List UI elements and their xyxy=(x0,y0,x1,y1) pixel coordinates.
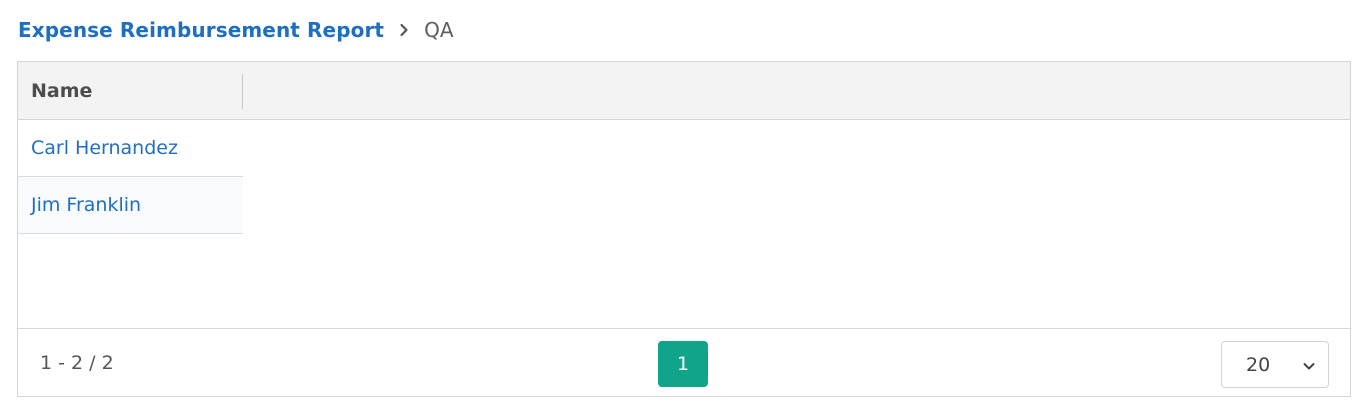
column-resize-handle[interactable] xyxy=(242,74,243,109)
table-row: Jim Franklin xyxy=(18,177,243,234)
report-page: Expense Reimbursement Report QA Name Car… xyxy=(0,0,1370,414)
row-name-link[interactable]: Jim Franklin xyxy=(31,194,141,216)
chevron-down-icon xyxy=(1302,358,1316,372)
page-1-button[interactable]: 1 xyxy=(658,341,708,387)
breadcrumb-parent-link[interactable]: Expense Reimbursement Report xyxy=(18,18,384,42)
breadcrumb: Expense Reimbursement Report QA xyxy=(18,14,454,46)
data-grid: Name Carl Hernandez Jim Franklin 1 - 2 /… xyxy=(17,61,1351,397)
column-header-name[interactable]: Name xyxy=(18,62,243,119)
page-size-value: 20 xyxy=(1246,353,1271,376)
page-size-select[interactable]: 20 xyxy=(1221,341,1329,388)
grid-body: Carl Hernandez Jim Franklin xyxy=(18,120,1350,328)
pager-info: 1 - 2 / 2 xyxy=(40,351,114,374)
grid-header: Name xyxy=(18,62,1350,120)
breadcrumb-current: QA xyxy=(424,18,454,42)
chevron-right-icon xyxy=(384,20,424,40)
grid-footer: 1 - 2 / 2 1 20 xyxy=(18,328,1350,396)
table-row: Carl Hernandez xyxy=(18,120,243,177)
row-name-link[interactable]: Carl Hernandez xyxy=(31,137,178,159)
